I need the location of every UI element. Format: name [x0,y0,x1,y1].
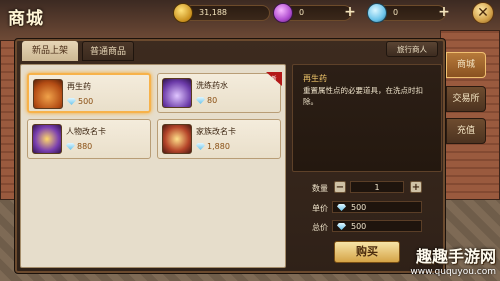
purple-gem-counter: 0 + [273,3,356,23]
close-icon: ✕ [477,5,489,21]
buy-button[interactable]: 购买 [334,241,400,263]
item-price: 500 [67,97,93,106]
total-price-label: 总价 [312,223,328,232]
diamond-value: 0 [393,8,399,17]
diamond-icon [337,204,346,211]
rename-card-icon [32,124,62,154]
diamond-counter: 0 + [367,3,450,23]
diamond-icon [367,3,387,23]
diamond-icon [196,97,205,104]
add-diamond-button[interactable]: + [437,4,451,22]
side-tab-shop[interactable]: 商城 [446,52,486,78]
top-bar: 商城 31,188 0 + 0 + ✕ [0,0,500,30]
item-name: 人物改名卡 [66,127,106,136]
unit-price-value: 500 [332,201,422,213]
item-detail-panel: 再生药 重置属性点的必要道具，在洗点时扣除。 [292,64,442,172]
side-tab-exchange[interactable]: 交易所 [446,86,486,112]
increase-quantity-button[interactable]: + [410,181,422,193]
traveling-merchant-button[interactable]: 旅行商人 [386,41,438,57]
decrease-quantity-button[interactable]: − [334,181,346,193]
detail-description: 重置属性点的必要道具，在洗点时扣除。 [303,86,423,106]
regen-potion-icon [33,79,63,109]
item-price: 880 [66,142,92,151]
refine-potion-icon [162,78,192,108]
item-card[interactable]: 洗练药水 80 新 [157,72,282,113]
diamond-icon [196,143,205,150]
family-rename-card-icon [162,124,192,154]
watermark-title: 趣趣手游网 [415,247,496,266]
gold-value: 31,188 [199,8,227,17]
item-grid: 再生药 500 洗练药水 80 新 人物改名卡 880 家族改名卡 1,880 [20,64,286,268]
add-gem-button[interactable]: + [343,4,357,22]
page-title: 商城 [8,9,44,29]
unit-price-label: 单价 [312,204,328,213]
new-badge: 新 [266,72,282,86]
diamond-icon [337,223,346,230]
purple-gem-value: 0 [299,8,305,17]
tab-normal-items[interactable]: 普通商品 [82,41,134,61]
gold-counter: 31,188 [173,3,270,23]
quantity-label: 数量 [312,184,328,193]
diamond-icon [66,143,75,150]
purple-gem-icon [273,3,293,23]
item-card[interactable]: 人物改名卡 880 [27,119,151,159]
total-price-value: 500 [332,220,422,232]
item-card[interactable]: 再生药 500 [27,73,151,113]
item-name: 洗练药水 [196,81,228,90]
side-tab-recharge[interactable]: 充值 [446,118,486,144]
item-price: 80 [196,96,217,105]
item-name: 再生药 [67,82,91,91]
gold-coin-icon [173,3,193,23]
item-name: 家族改名卡 [196,127,236,136]
close-button[interactable]: ✕ [472,2,494,24]
item-price: 1,880 [196,142,230,151]
site-watermark: 趣趣手游网 www.ququyou.com [410,243,496,277]
tab-new-items[interactable]: 新品上架 [22,41,78,61]
watermark-url: www.ququyou.com [410,267,496,277]
detail-item-name: 再生药 [303,74,327,83]
quantity-stepper[interactable]: 1 [350,181,404,193]
diamond-icon [67,98,76,105]
item-card[interactable]: 家族改名卡 1,880 [157,119,281,159]
